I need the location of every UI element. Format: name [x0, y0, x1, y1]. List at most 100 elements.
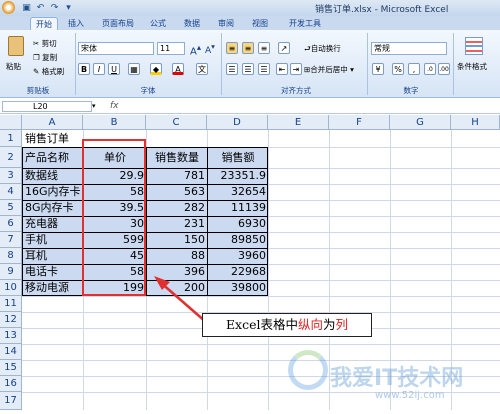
align-left-icon[interactable]: ☰: [226, 63, 238, 75]
tab-view[interactable]: 视图: [248, 17, 272, 30]
row-header[interactable]: 15: [0, 360, 22, 376]
conditional-format-icon[interactable]: [465, 37, 483, 55]
indent-icon[interactable]: ⇤: [276, 63, 288, 75]
font-name-select[interactable]: 宋体: [78, 42, 154, 55]
column-header-c[interactable]: C: [146, 115, 207, 130]
row-header[interactable]: 14: [0, 344, 22, 360]
align-top-icon[interactable]: ≡: [226, 42, 238, 54]
italic-icon[interactable]: I: [93, 63, 105, 75]
bold-icon[interactable]: B: [78, 63, 90, 75]
grow-font-icon[interactable]: A▴: [190, 42, 201, 57]
row-header[interactable]: 6: [0, 216, 22, 232]
redo-icon[interactable]: ↷: [48, 2, 61, 14]
format-painter-button[interactable]: ✎ 格式刷: [33, 65, 64, 78]
row-header[interactable]: 13: [0, 328, 22, 344]
merge-center-button[interactable]: ⊞合并后居中 ▾: [304, 63, 354, 76]
column-header-h[interactable]: H: [451, 115, 500, 130]
excel-logo-icon[interactable]: [2, 1, 15, 14]
fill-color-icon[interactable]: ◆: [150, 63, 162, 75]
column-header-b[interactable]: B: [83, 115, 146, 130]
fx-icon[interactable]: fx: [110, 101, 119, 111]
font-color-icon[interactable]: A: [172, 63, 184, 75]
name-box[interactable]: L20: [2, 101, 92, 112]
row-header[interactable]: 4: [0, 184, 22, 200]
cell-c6[interactable]: 231: [147, 216, 207, 232]
align-middle-icon[interactable]: ≡: [242, 42, 254, 54]
comma-icon[interactable]: ,: [408, 63, 420, 75]
shrink-font-icon[interactable]: A▾: [205, 42, 215, 56]
row-header[interactable]: 10: [0, 280, 22, 296]
conditional-format-button[interactable]: 条件格式: [457, 60, 487, 73]
cell-a8[interactable]: 耳机: [23, 248, 83, 264]
decrease-decimal-icon[interactable]: .00: [438, 63, 450, 75]
underline-icon[interactable]: U: [108, 63, 120, 75]
row-header[interactable]: 11: [0, 296, 22, 312]
tab-review[interactable]: 审阅: [214, 17, 238, 30]
column-header-a[interactable]: A: [22, 115, 83, 130]
cell-d7[interactable]: 89850: [208, 232, 268, 248]
undo-icon[interactable]: ↶: [34, 2, 47, 14]
row-header[interactable]: 7: [0, 232, 22, 248]
outdent-icon[interactable]: ⇥: [290, 63, 302, 75]
font-size-select[interactable]: 11: [157, 42, 185, 55]
qat-customize-icon[interactable]: ▾: [62, 2, 75, 14]
cut-button[interactable]: ✂ 剪切: [33, 37, 57, 50]
cell-a9[interactable]: 电话卡: [23, 264, 83, 280]
cell-d2[interactable]: 销售额: [208, 150, 268, 166]
tab-formulas[interactable]: 公式: [146, 17, 170, 30]
cell-c2[interactable]: 销售数量: [147, 150, 207, 166]
row-header[interactable]: 5: [0, 200, 22, 216]
border-icon[interactable]: ▦: [128, 63, 140, 75]
cell-d10[interactable]: 39800: [208, 280, 268, 296]
name-box-dropdown-icon[interactable]: ▾: [92, 102, 96, 110]
save-icon[interactable]: ▣: [20, 2, 33, 14]
row-header[interactable]: 3: [0, 168, 22, 184]
cell-d3[interactable]: 23351.9: [208, 168, 268, 184]
cell-d5[interactable]: 11139: [208, 200, 268, 216]
column-header-g[interactable]: G: [390, 115, 451, 130]
number-format-select[interactable]: 常规: [371, 42, 447, 55]
cell-c4[interactable]: 563: [147, 184, 207, 200]
cell-a10[interactable]: 移动电源: [23, 280, 83, 296]
align-right-icon[interactable]: ☰: [258, 63, 270, 75]
cell-d9[interactable]: 22968: [208, 264, 268, 280]
wrap-text-button[interactable]: ⮐自动换行: [304, 42, 341, 55]
row-header[interactable]: 9: [0, 264, 22, 280]
tab-page-layout[interactable]: 页面布局: [96, 17, 140, 30]
currency-icon[interactable]: ¥: [372, 63, 384, 75]
tab-data[interactable]: 数据: [180, 17, 204, 30]
column-header-f[interactable]: F: [329, 115, 390, 130]
cell-a3[interactable]: 数据线: [23, 168, 83, 184]
cell-a7[interactable]: 手机: [23, 232, 83, 248]
tab-insert[interactable]: 插入: [64, 17, 88, 30]
select-all-corner[interactable]: [0, 115, 22, 130]
row-header[interactable]: 2: [0, 147, 22, 168]
align-bottom-icon[interactable]: ≡: [258, 42, 270, 54]
row-header[interactable]: 8: [0, 248, 22, 264]
column-header-e[interactable]: E: [268, 115, 329, 130]
cell-d6[interactable]: 6930: [208, 216, 268, 232]
cell-a4[interactable]: 16G内存卡: [23, 184, 83, 200]
tab-developer[interactable]: 开发工具: [283, 17, 327, 30]
formula-input[interactable]: [128, 101, 498, 112]
row-header[interactable]: 1: [0, 130, 22, 147]
copy-button[interactable]: ❐ 复制: [33, 51, 57, 64]
cell-a2[interactable]: 产品名称: [23, 150, 83, 166]
paste-icon[interactable]: [8, 36, 24, 56]
row-header[interactable]: 17: [0, 392, 22, 410]
row-header[interactable]: 12: [0, 312, 22, 328]
column-header-d[interactable]: D: [207, 115, 268, 130]
cell-c5[interactable]: 282: [147, 200, 207, 216]
cell-c7[interactable]: 150: [147, 232, 207, 248]
cell-c8[interactable]: 88: [147, 248, 207, 264]
increase-decimal-icon[interactable]: .0: [424, 63, 436, 75]
cell-c3[interactable]: 781: [147, 168, 207, 184]
align-center-icon[interactable]: ☰: [242, 63, 254, 75]
row-header[interactable]: 16: [0, 376, 22, 392]
cell-a5[interactable]: 8G内存卡: [23, 200, 83, 216]
phonetic-icon[interactable]: 文: [196, 63, 208, 75]
cell-a6[interactable]: 充电器: [23, 216, 83, 232]
cell-d4[interactable]: 32654: [208, 184, 268, 200]
cell-d8[interactable]: 3960: [208, 248, 268, 264]
percent-icon[interactable]: %: [392, 63, 404, 75]
